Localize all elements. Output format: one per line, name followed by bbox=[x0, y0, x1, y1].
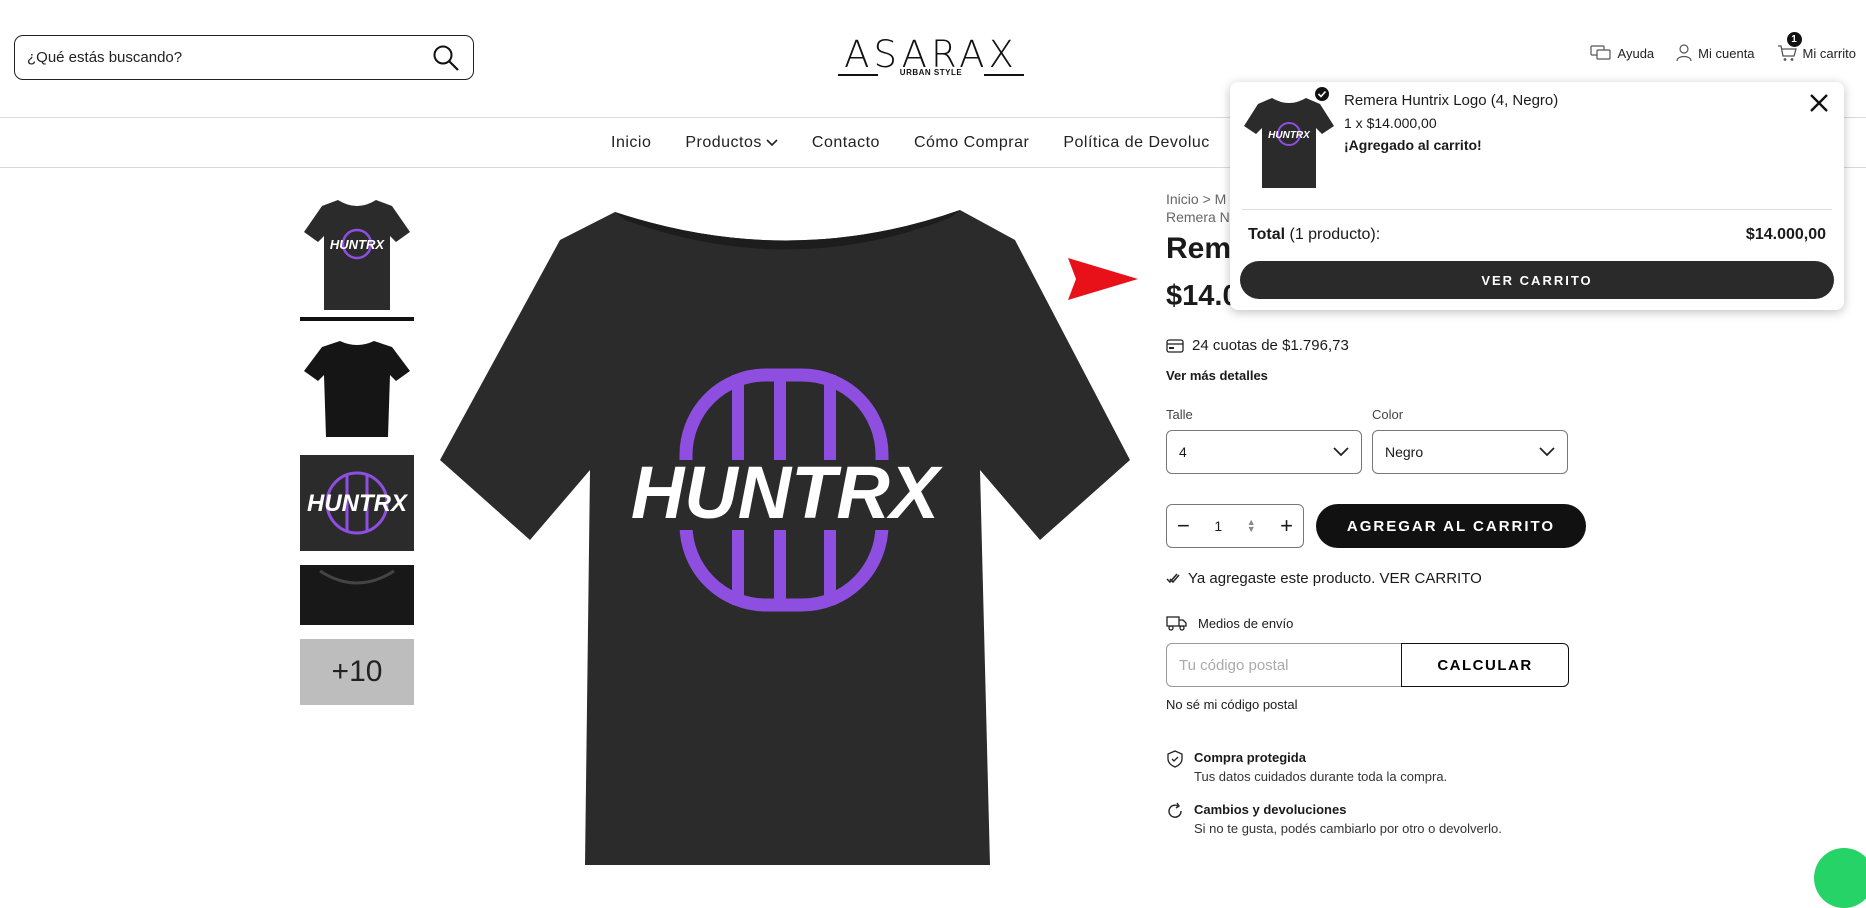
credit-card-icon bbox=[1166, 338, 1184, 353]
nav-label: Política de Devoluc bbox=[1063, 134, 1210, 151]
postal-code-input[interactable] bbox=[1166, 643, 1401, 687]
popup-total-value: $14.000,00 bbox=[1745, 226, 1826, 243]
buy-row: − 1 ▲ ▼ + AGREGAR AL CARRITO bbox=[1166, 504, 1586, 548]
cart-count-badge: 1 bbox=[1786, 32, 1802, 47]
help-label: Ayuda bbox=[1617, 45, 1655, 61]
popup-total-label: Total (1 producto): bbox=[1248, 226, 1380, 244]
size-select[interactable]: 4 bbox=[1166, 430, 1362, 474]
added-to-cart-popup: HUNTRX Remera Huntrix Logo (4, Negro) 1 … bbox=[1230, 82, 1844, 310]
view-cart-button[interactable]: VER CARRITO bbox=[1240, 261, 1834, 299]
color-select[interactable]: Negro bbox=[1372, 430, 1568, 474]
plus-icon[interactable]: + bbox=[1280, 515, 1293, 537]
size-select-group: Talle 4 bbox=[1166, 407, 1362, 474]
nav-label: Cómo Comprar bbox=[913, 134, 1030, 151]
chevron-down-icon bbox=[766, 139, 778, 147]
spinner-icon[interactable]: ▲ ▼ bbox=[1247, 518, 1256, 534]
thumbnail-more[interactable]: +10 bbox=[300, 639, 414, 705]
quantity-stepper[interactable]: − 1 ▲ ▼ + bbox=[1166, 504, 1304, 548]
size-value: 4 bbox=[1179, 444, 1187, 460]
color-value: Negro bbox=[1385, 444, 1424, 460]
svg-text:HUNTRX: HUNTRX bbox=[307, 490, 409, 517]
popup-added-message: ¡Agregado al carrito! bbox=[1344, 137, 1482, 153]
popup-item-name: Remera Huntrix Logo (4, Negro) bbox=[1344, 92, 1559, 109]
nav-item-productos[interactable]: Productos bbox=[685, 134, 778, 152]
quantity-value[interactable]: 1 bbox=[1214, 518, 1222, 534]
feature-title: Compra protegida bbox=[1194, 750, 1306, 765]
added-notice: Ya agregaste este producto. VER CARRITO bbox=[1166, 570, 1586, 587]
main-product-image[interactable]: HUNTRX bbox=[440, 200, 1130, 865]
search-input[interactable] bbox=[27, 49, 431, 66]
postal-code-form: CALCULAR bbox=[1166, 643, 1586, 687]
svg-text:HUNTRX: HUNTRX bbox=[330, 237, 385, 252]
header-links: Ayuda Mi cuenta 1 Mi carrito bbox=[1589, 32, 1856, 62]
installments: 24 cuotas de $1.796,73 bbox=[1166, 337, 1586, 354]
shipping-label: Medios de envío bbox=[1198, 615, 1294, 631]
size-label: Talle bbox=[1166, 407, 1193, 422]
more-details-link[interactable]: Ver más detalles bbox=[1166, 368, 1586, 383]
site-logo[interactable]: ASARAX URBAN STYLE bbox=[838, 36, 1024, 82]
return-icon bbox=[1168, 802, 1182, 818]
nav-label: Productos bbox=[685, 134, 762, 151]
feature-desc: Tus datos cuidados durante toda la compr… bbox=[1194, 769, 1448, 784]
add-to-cart-button[interactable]: AGREGAR AL CARRITO bbox=[1316, 504, 1586, 548]
shield-check-icon bbox=[1167, 750, 1183, 768]
color-label: Color bbox=[1372, 407, 1404, 422]
nav-item-contacto[interactable]: Contacto bbox=[812, 134, 880, 152]
shirt-print-text: HUNTRX bbox=[631, 451, 944, 534]
user-icon bbox=[1676, 44, 1692, 62]
thumbnail-front[interactable]: HUNTRX bbox=[300, 190, 414, 321]
whatsapp-icon[interactable] bbox=[1814, 848, 1866, 908]
added-text[interactable]: Ya agregaste este producto. VER CARRITO bbox=[1188, 570, 1482, 587]
nav-item-inicio[interactable]: Inicio bbox=[611, 134, 651, 152]
search-icon[interactable] bbox=[431, 43, 461, 73]
installments-text: 24 cuotas de $1.796,73 bbox=[1192, 337, 1349, 354]
logo-tagline: URBAN STYLE bbox=[899, 68, 963, 77]
thumbnail-print[interactable]: HUNTRX bbox=[300, 455, 414, 551]
help-link[interactable]: Ayuda bbox=[1589, 45, 1655, 61]
nav-label: Contacto bbox=[811, 134, 880, 151]
shipping-header: Medios de envío bbox=[1166, 615, 1586, 631]
nav-item-como-comprar[interactable]: Cómo Comprar bbox=[914, 134, 1029, 152]
check-circle-icon bbox=[1314, 86, 1330, 107]
feature-title: Cambios y devoluciones bbox=[1194, 802, 1347, 817]
minus-icon[interactable]: − bbox=[1177, 515, 1190, 537]
truck-icon bbox=[1166, 616, 1187, 631]
popup-item-qty-price: 1 x $14.000,00 bbox=[1344, 115, 1437, 131]
feature-protected: Compra protegida Tus datos cuidados dura… bbox=[1166, 750, 1586, 784]
color-select-group: Color Negro bbox=[1372, 407, 1568, 474]
thumbnail-back[interactable] bbox=[300, 335, 414, 441]
variant-selects: Talle 4 Color Negro bbox=[1166, 407, 1586, 474]
account-label: Mi cuenta bbox=[1698, 45, 1755, 61]
pointer-arrow-icon bbox=[1068, 258, 1138, 305]
total-label: Total bbox=[1248, 226, 1286, 243]
popup-divider bbox=[1242, 209, 1832, 210]
calculate-button[interactable]: CALCULAR bbox=[1401, 643, 1569, 687]
chevron-down-icon bbox=[1539, 447, 1555, 457]
more-images-count: +10 bbox=[331, 655, 383, 688]
nav-label: Inicio bbox=[611, 134, 652, 151]
nav-item-politica[interactable]: Política de Devoluc bbox=[1063, 134, 1209, 152]
search-bar[interactable] bbox=[14, 35, 474, 80]
account-link[interactable]: Mi cuenta bbox=[1676, 44, 1755, 62]
double-check-icon bbox=[1166, 573, 1180, 583]
feature-returns: Cambios y devoluciones Si no te gusta, p… bbox=[1166, 802, 1586, 836]
total-count: (1 producto): bbox=[1289, 226, 1381, 243]
no-postal-link[interactable]: No sé mi código postal bbox=[1166, 697, 1586, 712]
svg-text:HUNTRX: HUNTRX bbox=[1268, 130, 1311, 141]
popup-product-image: HUNTRX bbox=[1242, 92, 1336, 192]
cart-label: Mi carrito bbox=[1802, 45, 1856, 61]
thumbnail-collar[interactable] bbox=[300, 565, 414, 625]
product-thumbnails: HUNTRX HUNTRX +10 bbox=[300, 190, 414, 719]
close-icon[interactable] bbox=[1808, 92, 1830, 119]
chevron-down-icon bbox=[1333, 447, 1349, 457]
cart-link[interactable]: 1 Mi carrito bbox=[1777, 32, 1856, 62]
feature-desc: Si no te gusta, podés cambiarlo por otro… bbox=[1194, 821, 1502, 836]
chat-icon bbox=[1589, 45, 1611, 60]
